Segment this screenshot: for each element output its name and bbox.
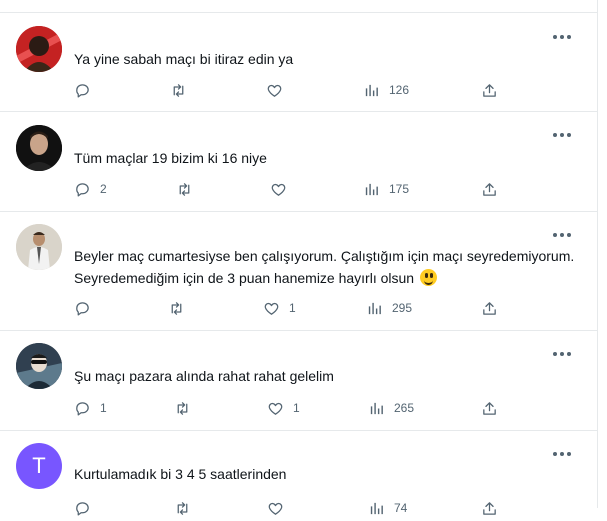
reply-icon — [76, 83, 89, 98]
post-text-content: Beyler maç cumartesiyse ben çalışıyorum.… — [74, 248, 575, 286]
retweet-button[interactable] — [170, 80, 196, 100]
retweet-icon — [171, 301, 182, 315]
reply-button[interactable] — [74, 298, 100, 318]
reply-button[interactable] — [74, 80, 100, 100]
like-icon — [268, 402, 283, 415]
views-icon — [365, 84, 378, 96]
share-button[interactable] — [481, 398, 498, 418]
reply-post[interactable]: Beyler maç cumartesiyse ben çalışıyorum.… — [0, 212, 597, 331]
reply-icon — [76, 501, 89, 516]
views-icon — [365, 183, 378, 195]
action-bar: 1 1 265 — [0, 398, 597, 418]
column-border — [597, 0, 598, 508]
action-bar: 74 — [0, 498, 597, 518]
share-button[interactable] — [481, 80, 498, 100]
retweet-icon — [177, 401, 188, 415]
action-bar: 2 175 — [0, 179, 597, 199]
like-button[interactable] — [267, 498, 293, 518]
views-button[interactable]: 175 — [363, 179, 409, 199]
views-button[interactable]: 295 — [366, 298, 412, 318]
retweet-button[interactable] — [176, 179, 202, 199]
reply-icon — [76, 182, 89, 197]
like-icon — [271, 183, 286, 196]
view-count: 295 — [392, 301, 413, 315]
retweet-icon — [177, 501, 188, 515]
share-icon — [483, 182, 496, 196]
grinning-emoji-icon — [420, 269, 438, 286]
retweet-icon — [179, 182, 190, 196]
reply-button[interactable]: 2 — [74, 179, 107, 199]
avatar[interactable] — [16, 343, 62, 389]
like-button[interactable]: 1 — [263, 298, 296, 318]
avatar[interactable] — [16, 125, 62, 171]
view-count: 126 — [389, 83, 410, 97]
more-icon[interactable] — [553, 34, 571, 40]
share-button[interactable] — [481, 498, 498, 518]
avatar[interactable] — [16, 224, 62, 270]
retweet-icon — [173, 83, 184, 97]
post-text: Kurtulamadık bi 3 4 5 saatlerinden — [74, 466, 287, 482]
views-button[interactable]: 126 — [363, 80, 409, 100]
retweet-button[interactable] — [168, 298, 194, 318]
like-count: 1 — [293, 401, 300, 415]
views-button[interactable]: 74 — [368, 498, 407, 518]
share-icon — [483, 401, 496, 415]
more-icon[interactable] — [553, 132, 571, 138]
more-icon[interactable] — [553, 351, 571, 357]
views-icon — [368, 302, 381, 314]
reply-post[interactable]: Ya yine sabah maçı bi itiraz edin ya 126 — [0, 13, 597, 112]
share-icon — [483, 83, 496, 97]
view-count: 175 — [389, 182, 410, 196]
view-count: 265 — [394, 401, 415, 415]
share-icon — [483, 501, 496, 515]
retweet-button[interactable] — [174, 398, 200, 418]
share-button[interactable] — [481, 179, 498, 199]
action-bar: 1 295 — [0, 298, 597, 318]
like-button[interactable]: 1 — [267, 398, 300, 418]
view-count: 74 — [394, 501, 408, 515]
like-count: 1 — [289, 301, 296, 315]
more-icon[interactable] — [553, 232, 571, 238]
post-text: Tüm maçlar 19 bizim ki 16 niye — [74, 150, 267, 166]
post-text: Şu maçı pazara alında rahat rahat geleli… — [74, 368, 334, 384]
reply-post[interactable]: Şu maçı pazara alında rahat rahat geleli… — [0, 331, 597, 431]
views-icon — [370, 402, 383, 414]
like-icon — [268, 502, 283, 515]
post-text: Beyler maç cumartesiyse ben çalışıyorum.… — [74, 245, 577, 289]
avatar[interactable] — [16, 26, 62, 72]
reply-count: 2 — [100, 182, 107, 196]
like-button[interactable] — [266, 80, 292, 100]
reply-post[interactable]: Tüm maçlar 19 bizim ki 16 niye 2 175 — [0, 112, 597, 212]
more-icon[interactable] — [553, 451, 571, 457]
like-button[interactable] — [270, 179, 296, 199]
avatar[interactable]: T — [16, 443, 62, 489]
like-icon — [267, 84, 282, 97]
reply-icon — [76, 301, 89, 316]
post-text: Ya yine sabah maçı bi itiraz edin ya — [74, 51, 294, 67]
reply-count: 1 — [100, 401, 107, 415]
share-button[interactable] — [481, 298, 498, 318]
reply-button[interactable] — [74, 498, 100, 518]
share-icon — [483, 301, 496, 315]
action-bar: 126 — [0, 80, 597, 100]
like-icon — [264, 302, 279, 315]
reply-button[interactable]: 1 — [74, 398, 107, 418]
views-icon — [370, 502, 383, 514]
reply-icon — [76, 401, 89, 416]
views-button[interactable]: 265 — [368, 398, 414, 418]
retweet-button[interactable] — [174, 498, 200, 518]
